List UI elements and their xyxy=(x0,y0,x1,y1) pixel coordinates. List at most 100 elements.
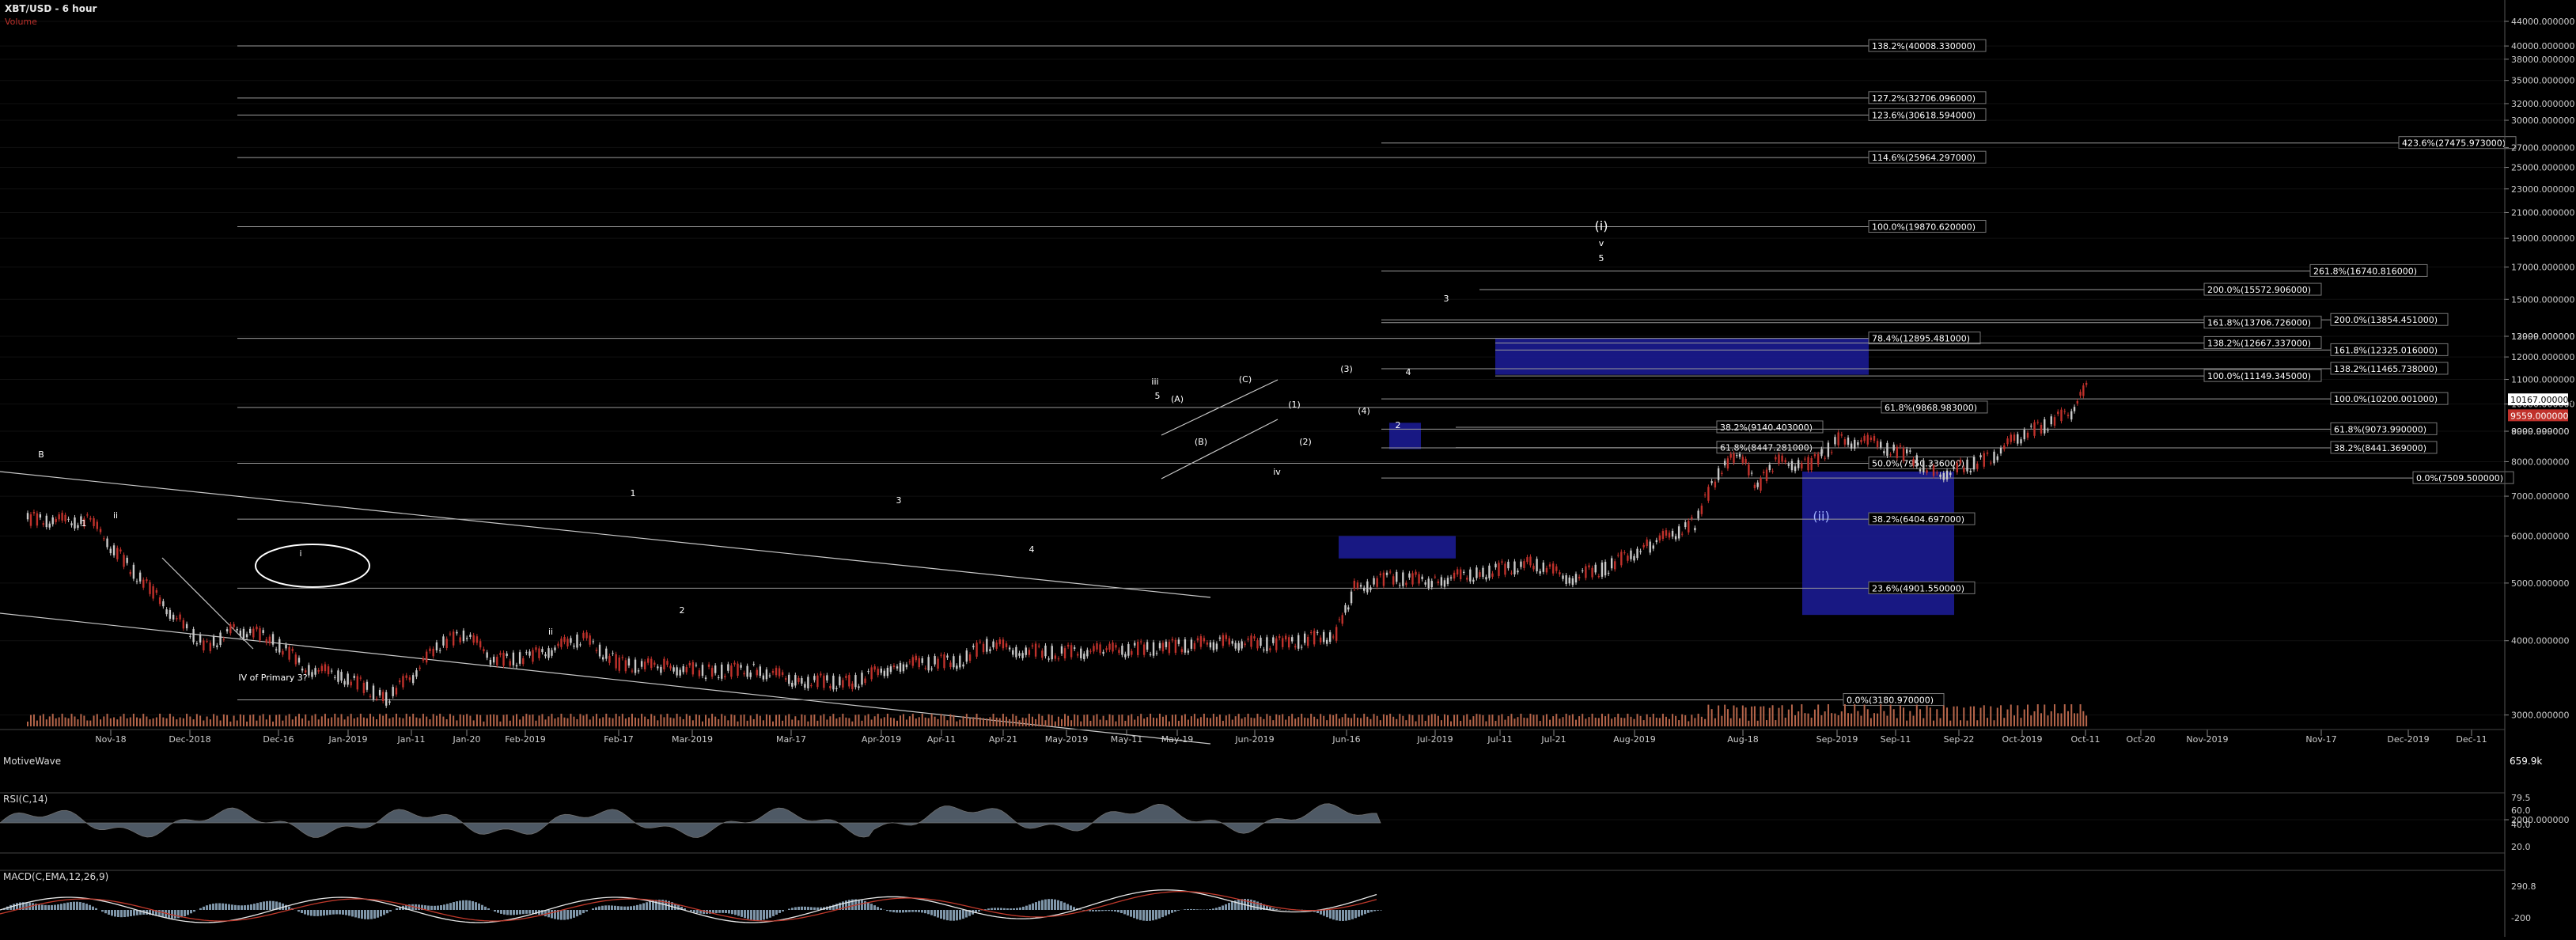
candle-body xyxy=(373,686,374,699)
volume-bar xyxy=(1159,714,1161,726)
volume-bar xyxy=(510,721,511,726)
candle-body xyxy=(113,545,115,555)
volume-bar xyxy=(159,714,161,726)
candle-body xyxy=(1282,638,1283,646)
candle-body xyxy=(366,682,368,690)
candle-body xyxy=(1247,639,1248,640)
candle-body xyxy=(308,665,309,675)
macd-hist-bar xyxy=(797,907,800,910)
candle-body xyxy=(1552,563,1554,574)
candle-body xyxy=(724,676,725,677)
candle-body xyxy=(415,670,417,677)
volume-bar xyxy=(1529,714,1531,726)
price-chart[interactable]: 138.2%(40008.330000)127.2%(32706.096000)… xyxy=(0,0,2576,937)
volume-bar xyxy=(829,716,831,726)
candle-body xyxy=(1837,432,1839,445)
candle-body xyxy=(1006,643,1007,647)
volume-bar xyxy=(1698,714,1699,726)
macd-hist-bar xyxy=(193,910,195,912)
candle-body xyxy=(1627,555,1628,561)
macd-hist-bar xyxy=(620,906,623,910)
candle-body xyxy=(162,601,164,606)
macd-hist-bar xyxy=(902,910,904,912)
fib-label: 100.0%(10200.001000) xyxy=(2334,394,2438,404)
y-tick-label: 30000.000000 xyxy=(2511,116,2574,126)
volume-bar xyxy=(1916,705,1918,726)
volume-bar xyxy=(1909,711,1911,726)
volume-bar xyxy=(1238,714,1240,726)
candle-body xyxy=(570,638,571,642)
candle-body xyxy=(2060,410,2062,421)
candle-body xyxy=(782,673,783,675)
volume-bar xyxy=(1115,722,1116,726)
candle-body xyxy=(937,659,938,669)
candle-body xyxy=(1143,645,1145,655)
candle-body xyxy=(1504,563,1506,574)
x-tick-label: Mar-17 xyxy=(776,734,806,745)
macd-hist-bar xyxy=(1003,908,1006,910)
macd-hist-bar xyxy=(905,910,907,912)
macd-hist-bar xyxy=(1051,899,1053,910)
volume-bar xyxy=(708,718,710,726)
candle-body xyxy=(1089,651,1091,652)
volume-bar xyxy=(43,714,44,726)
candle-body xyxy=(1235,643,1237,649)
volume-bar xyxy=(1241,718,1243,726)
volume-bar xyxy=(1960,720,1961,726)
volume-bar xyxy=(1002,714,1004,726)
candle-body xyxy=(1923,461,1924,472)
macd-hist-bar xyxy=(41,904,44,910)
candle-body xyxy=(1724,461,1726,465)
volume-bar xyxy=(782,721,783,726)
candle-body xyxy=(1536,559,1537,571)
candle-body xyxy=(486,652,487,658)
volume-bar xyxy=(412,714,414,726)
candle-body xyxy=(1893,445,1895,451)
volume-bar xyxy=(1585,718,1586,726)
volume-bar xyxy=(33,714,35,726)
candle-body xyxy=(256,627,257,629)
volume-bar xyxy=(436,716,438,726)
candle-body xyxy=(46,516,47,527)
macd-hist-bar xyxy=(1377,910,1379,911)
volume-bar xyxy=(1165,715,1167,726)
candle-body xyxy=(625,660,627,671)
macd-hist-bar xyxy=(896,910,898,912)
volume-bar xyxy=(1472,716,1474,726)
candle-body xyxy=(1428,578,1430,588)
macd-hist-bar xyxy=(617,906,619,910)
macd-hist-bar xyxy=(1174,910,1176,912)
wave-label: (4) xyxy=(1358,406,1370,416)
volume-bar xyxy=(1103,716,1104,726)
volume-bar xyxy=(1707,705,1709,726)
candle-body xyxy=(58,514,59,519)
wave-label: (2) xyxy=(1299,437,1312,447)
candle-body xyxy=(1684,522,1686,527)
volume-bar xyxy=(612,718,614,726)
volume-bar xyxy=(1643,720,1645,726)
candle-body xyxy=(1794,466,1796,471)
candle-body xyxy=(1210,642,1211,647)
volume-bar xyxy=(1438,716,1439,726)
volume-bar xyxy=(1549,720,1551,726)
candle-body xyxy=(1727,458,1729,468)
candle-body xyxy=(563,637,565,642)
candle-body xyxy=(1438,582,1439,583)
volume-bar xyxy=(1742,706,1744,726)
volume-bar xyxy=(1588,717,1589,726)
candle-body xyxy=(419,668,420,669)
candle-body xyxy=(1697,510,1699,518)
candle-body xyxy=(1342,615,1343,624)
macd-hist-bar xyxy=(778,910,781,913)
candle-body xyxy=(1294,646,1296,648)
candle-body xyxy=(721,665,722,679)
volume-bar xyxy=(1714,718,1716,726)
macd-hist-bar xyxy=(1345,910,1347,921)
macd-hist-bar xyxy=(1161,910,1164,917)
macd-hist-bar xyxy=(1133,910,1135,918)
candle-body xyxy=(896,666,898,668)
volume-bar xyxy=(871,719,873,726)
volume-bar xyxy=(845,718,847,726)
wave-label: 2 xyxy=(1396,420,1401,430)
volume-bar xyxy=(2057,713,2059,726)
